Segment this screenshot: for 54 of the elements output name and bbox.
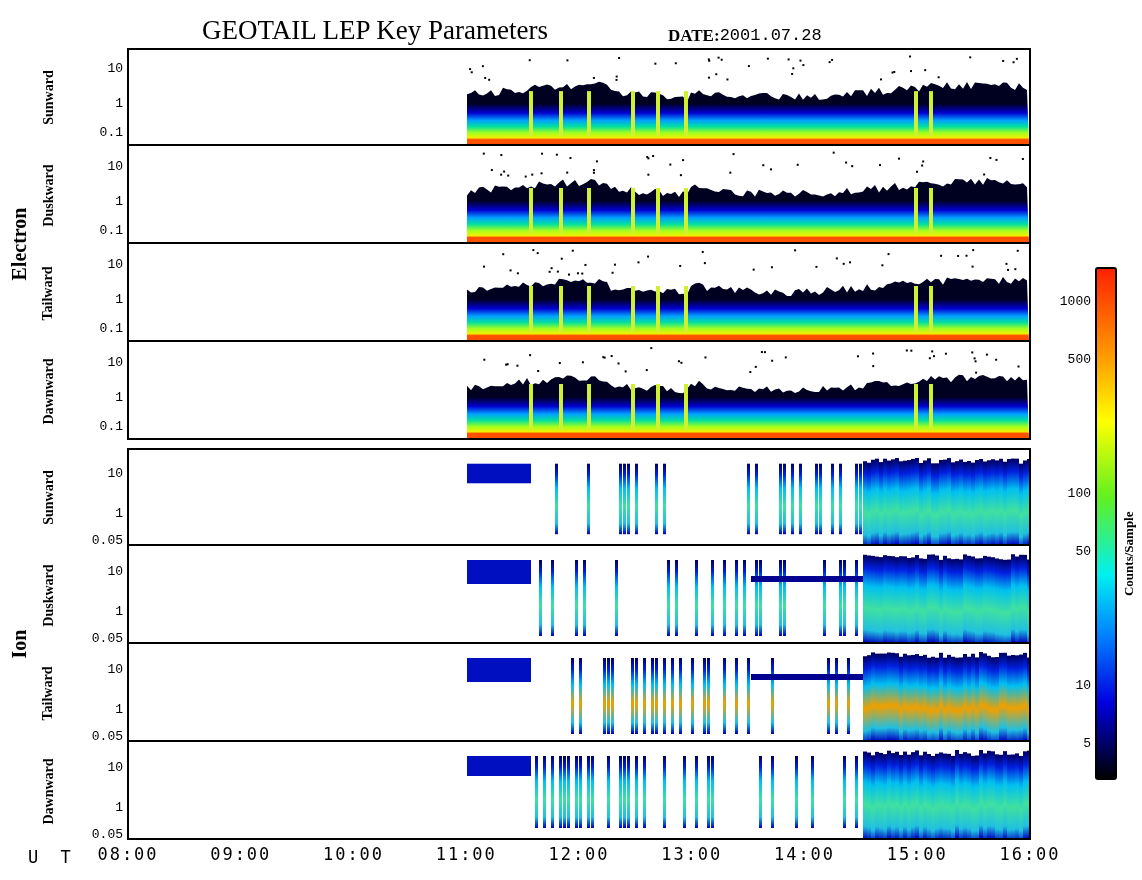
colorbar-tick-label: 1000 bbox=[1059, 294, 1091, 308]
panel-label: Tailward bbox=[39, 666, 57, 720]
time-tick-label: 15:00 bbox=[886, 846, 948, 863]
axis-tick-label: 0.05 bbox=[91, 533, 123, 547]
axis-tick-label: 10 bbox=[107, 159, 123, 173]
time-tick-label: 08:00 bbox=[97, 846, 159, 863]
colorbar-tick-label: 50 bbox=[1075, 544, 1091, 558]
date-value: 2001.07.28 bbox=[719, 27, 822, 44]
colorbar-tick-label: 500 bbox=[1067, 352, 1091, 366]
panel-label: Sunward bbox=[39, 469, 57, 525]
panel-label: Duskward bbox=[39, 163, 57, 227]
axis-tick-label: 10 bbox=[107, 355, 123, 369]
axis-tick-label: 10 bbox=[107, 257, 123, 271]
axis-tick-label: 1 bbox=[115, 194, 123, 208]
axis-tick-label: 1 bbox=[115, 292, 123, 306]
axis-tick-label: 10 bbox=[107, 760, 123, 773]
time-tick-label: 10:00 bbox=[322, 846, 385, 863]
axis-tick-label: 10 bbox=[107, 662, 123, 675]
colorbar-tick-label: 100 bbox=[1067, 486, 1091, 500]
axis-tick-label: 0.05 bbox=[91, 631, 123, 645]
colorbar-tick-label: 5 bbox=[1083, 736, 1091, 750]
time-tick-label: 16:00 bbox=[999, 846, 1061, 863]
axis-tick-label: 0.1 bbox=[99, 125, 123, 139]
axis-tick-label: 1 bbox=[115, 702, 123, 716]
axis-tick-label: 1 bbox=[115, 604, 123, 618]
time-tick-label: 09:00 bbox=[210, 846, 272, 863]
panel-label: Sunward bbox=[39, 69, 57, 125]
axis-tick-label: 10 bbox=[107, 61, 123, 75]
axis-tick-label: 1 bbox=[115, 800, 123, 814]
axis-tick-label: 0.1 bbox=[99, 223, 123, 237]
panel-label: Tailward bbox=[39, 266, 57, 320]
time-tick-label: 11:00 bbox=[435, 846, 497, 863]
panel-label: Dawnward bbox=[39, 357, 57, 425]
colorbar-title: Counts/Sample bbox=[1119, 511, 1137, 596]
time-tick-label: 14:00 bbox=[773, 846, 836, 863]
time-tick-label: 13:00 bbox=[661, 846, 723, 863]
axis-tick-label: 10 bbox=[107, 564, 123, 577]
axis-tick-label: 0.05 bbox=[91, 827, 123, 841]
panel-label: Dawnward bbox=[39, 757, 57, 825]
axis-tick-label: 0.1 bbox=[99, 419, 123, 433]
time-axis-label: U T bbox=[28, 847, 77, 867]
date-label: DATE: bbox=[668, 27, 720, 44]
axis-tick-label: 10 bbox=[107, 466, 123, 479]
panel-label: Duskward bbox=[39, 563, 57, 627]
time-tick-label: 12:00 bbox=[548, 846, 610, 863]
axis-tick-label: 1 bbox=[115, 390, 123, 404]
axis-tick-label: 0.1 bbox=[99, 321, 123, 335]
axis-tick-label: 0.05 bbox=[91, 729, 123, 743]
axis-tick-label: 1 bbox=[115, 96, 123, 110]
axis-tick-label: 1 bbox=[115, 506, 123, 520]
group-label: Ion bbox=[7, 629, 31, 659]
colorbar-tick-label: 10 bbox=[1075, 678, 1091, 692]
group-label: Electron bbox=[7, 207, 31, 281]
chart-title: GEOTAIL LEP Key Parameters bbox=[202, 17, 548, 44]
